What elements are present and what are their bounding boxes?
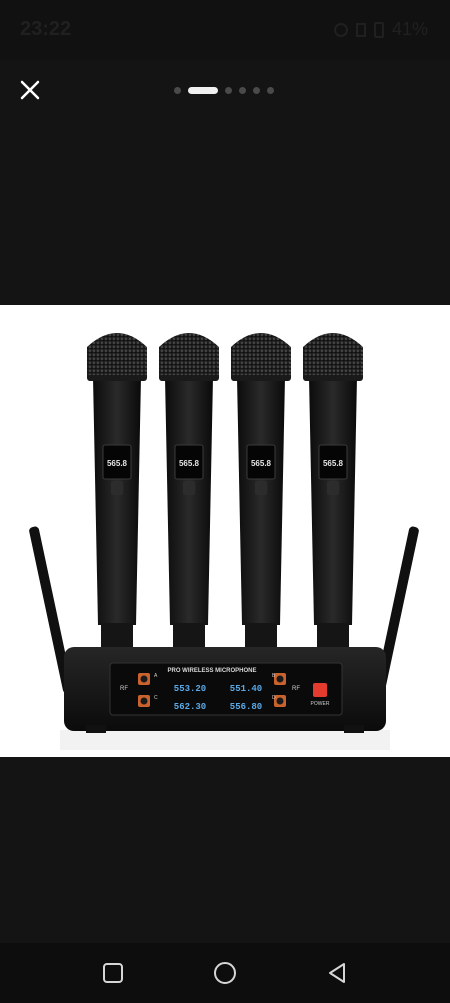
status-time: 23:22 <box>20 18 72 40</box>
close-button[interactable] <box>16 76 44 104</box>
alarm-icon <box>333 22 348 37</box>
product-image[interactable]: 565.8 565.8 565.8 565.8 PRO WIRELESS MICROP… <box>0 305 450 757</box>
microphone: 565.8 <box>303 333 363 651</box>
channel-frequency: 553.20 <box>174 684 206 694</box>
channel-letter: D <box>272 695 276 701</box>
channel-letter: C <box>154 695 158 701</box>
mic-display-text: 565.8 <box>179 459 200 468</box>
receiver-base: PRO WIRELESS MICROPHONE A553.20B551.40C5… <box>64 647 386 733</box>
image-pager <box>174 85 274 95</box>
pager-dot-active <box>188 86 218 94</box>
home-icon <box>214 962 236 984</box>
channel-frequency: 562.30 <box>174 702 206 712</box>
recents-button[interactable] <box>100 960 126 986</box>
pager-dot <box>239 86 246 94</box>
pager-dot <box>253 86 260 94</box>
home-button[interactable] <box>212 960 238 986</box>
status-bar: 23:22 41% <box>0 0 450 60</box>
power-label: POWER <box>311 701 330 707</box>
navigation-bar <box>0 943 450 1003</box>
mic-display-text: 565.8 <box>251 459 272 468</box>
battery-percent: 41% <box>391 19 428 39</box>
microphone: 565.8 <box>231 333 291 651</box>
wireless-microphone-image: 565.8 565.8 565.8 565.8 PRO WIRELESS MICROP… <box>29 333 419 750</box>
back-button[interactable] <box>324 960 350 986</box>
rf-label-left: RF <box>120 686 128 692</box>
receiver-label: PRO WIRELESS MICROPHONE <box>167 668 256 674</box>
recents-icon <box>103 963 123 983</box>
signal-icon <box>355 22 366 37</box>
battery-icon <box>373 21 384 38</box>
mic-display-text: 565.8 <box>107 459 128 468</box>
microphone: 565.8 <box>87 333 147 651</box>
status-icons: 41% <box>333 19 428 40</box>
back-icon <box>329 963 345 983</box>
close-icon <box>20 80 40 100</box>
pager-dot <box>267 86 274 94</box>
pager-dot <box>174 86 181 94</box>
microphone: 565.8 <box>159 333 219 651</box>
image-viewer-header <box>0 60 450 120</box>
rf-label-right: RF <box>292 686 300 692</box>
channel-frequency: 556.80 <box>230 702 262 712</box>
pager-dot <box>225 86 232 94</box>
mic-display-text: 565.8 <box>323 459 344 468</box>
channel-frequency: 551.40 <box>230 684 262 694</box>
